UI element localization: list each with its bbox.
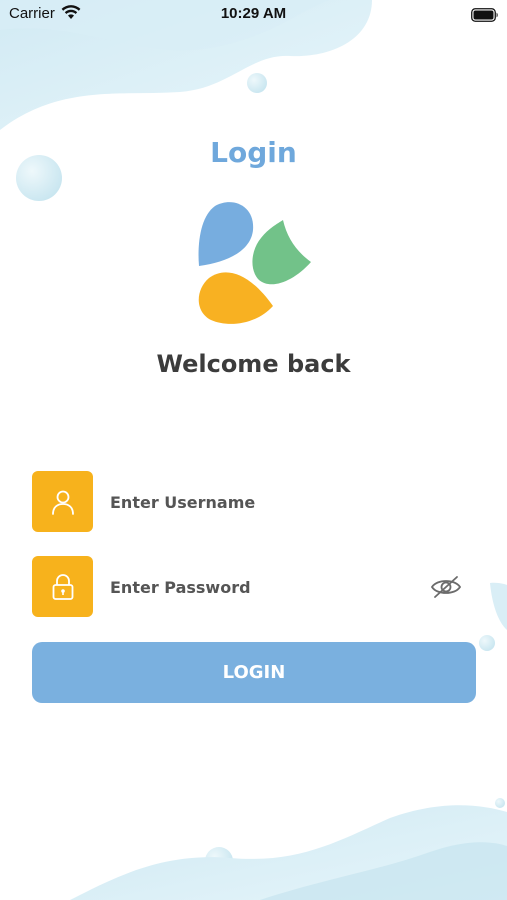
lock-icon (32, 556, 93, 617)
user-icon (32, 471, 93, 532)
status-bar: Carrier 10:29 AM (0, 0, 507, 28)
clock: 10:29 AM (220, 5, 287, 22)
eye-off-icon[interactable] (430, 573, 462, 605)
login-button[interactable]: LOGIN (32, 642, 476, 703)
logo-green-drop (252, 220, 311, 285)
page-title: Login (210, 136, 297, 169)
password-row (32, 556, 477, 618)
welcome-heading: Welcome back (156, 350, 351, 378)
password-input[interactable] (110, 570, 410, 604)
username-row (32, 471, 477, 533)
logo-blue-drop (198, 202, 254, 266)
battery-icon (471, 7, 499, 26)
username-input[interactable] (110, 485, 410, 519)
app-logo (198, 202, 311, 324)
background-waves (0, 0, 507, 900)
